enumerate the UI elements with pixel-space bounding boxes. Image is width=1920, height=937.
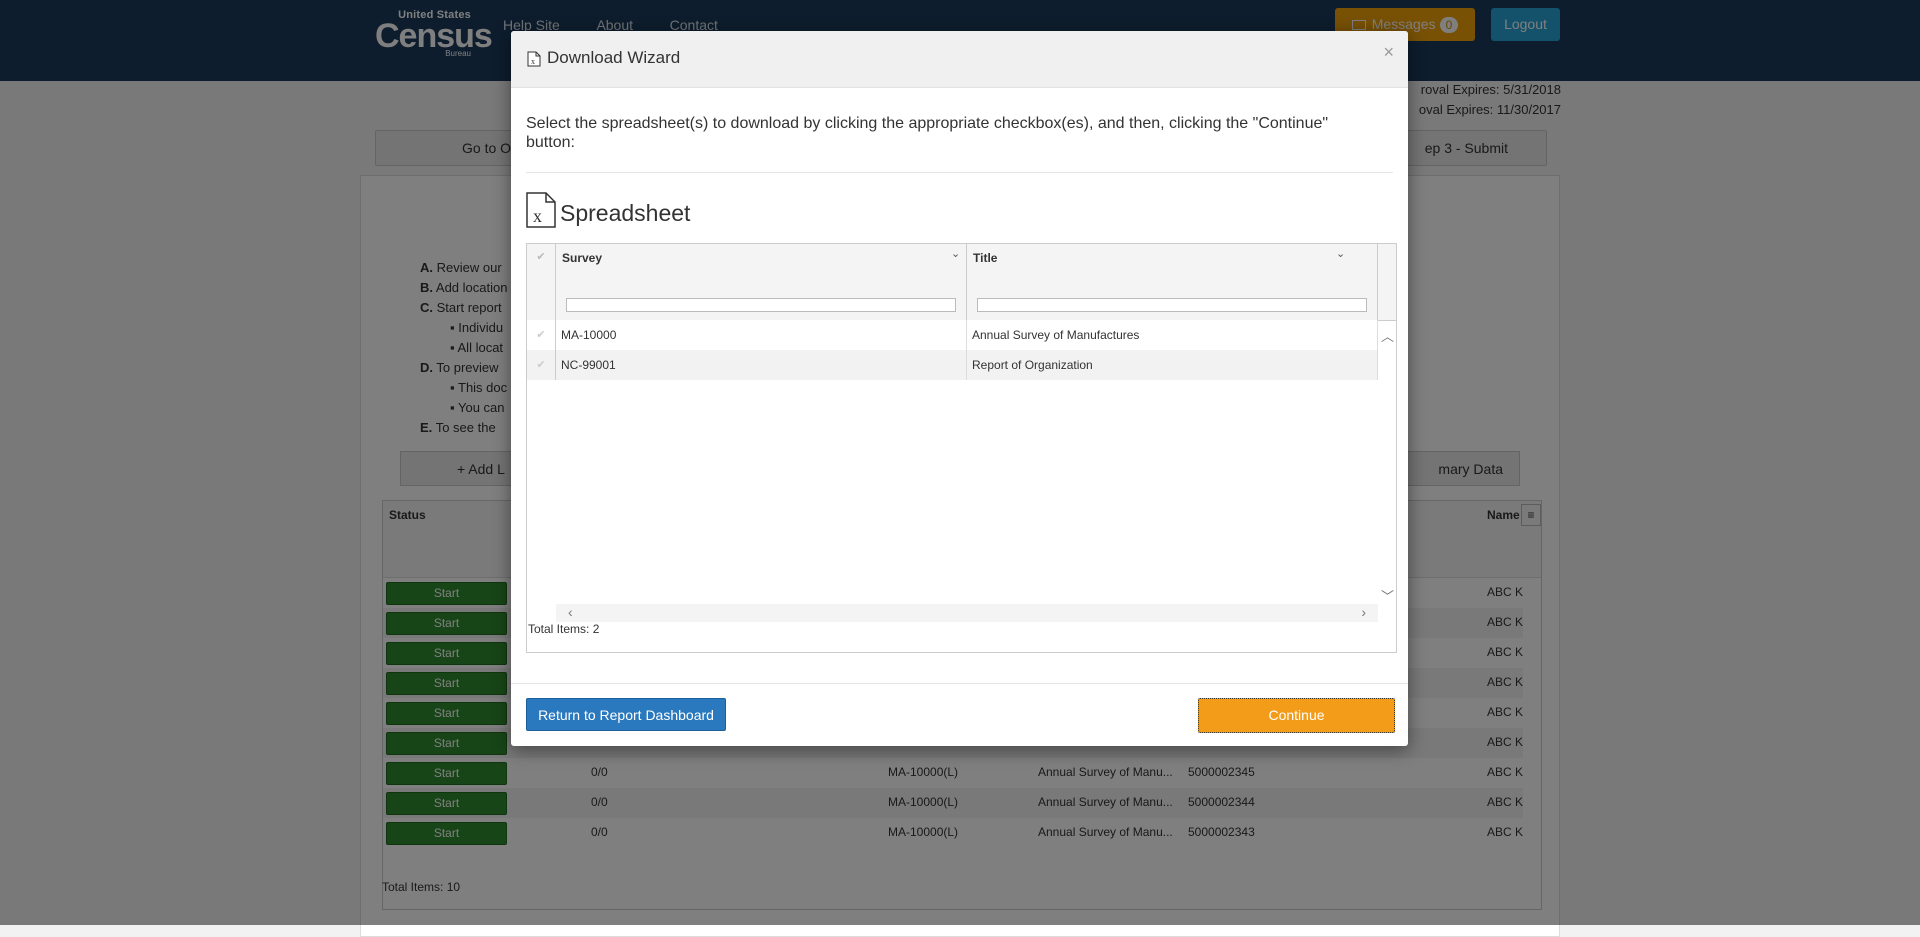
dialog-instructions: Select the spreadsheet(s) to download by… [526, 115, 1329, 151]
chevron-down-icon[interactable]: ⌄ [1336, 247, 1345, 260]
vertical-scrollbar[interactable]: ︿ ﹀ [1378, 320, 1396, 620]
download-wizard-dialog: x Download Wizard × Select the spreadshe… [511, 31, 1408, 746]
table-row[interactable]: ✔ MA-10000 Annual Survey of Manufactures [527, 320, 1378, 350]
cell-title: Annual Survey of Manufactures [967, 320, 1378, 350]
header-filler [1378, 244, 1396, 321]
row-checkbox[interactable]: ✔ [527, 320, 556, 350]
chevron-up-icon[interactable]: ︿ [1381, 326, 1394, 345]
return-to-dashboard-button[interactable]: Return to Report Dashboard [526, 698, 726, 731]
col-title[interactable]: Title ⌄ [967, 244, 1378, 320]
cell-survey: MA-10000 [556, 320, 967, 350]
grid-total-items: Total Items: 2 [528, 622, 600, 636]
chevron-right-icon[interactable]: › [1361, 604, 1366, 620]
title-filter-input[interactable] [977, 298, 1367, 312]
divider [526, 172, 1393, 173]
close-icon[interactable]: × [1383, 42, 1394, 63]
spreadsheet-grid: ✔ Survey ⌄ Title ⌄ ✔ MA-10000 Annual Sur… [526, 243, 1397, 653]
section-title: Spreadsheet [560, 200, 691, 226]
svg-text:x: x [531, 57, 535, 66]
spreadsheet-icon: x [526, 192, 556, 228]
row-checkbox[interactable]: ✔ [527, 350, 556, 380]
col-survey-label: Survey [562, 251, 603, 265]
dialog-header: x Download Wizard × [511, 31, 1408, 88]
cell-survey: NC-99001 [556, 350, 967, 380]
svg-text:x: x [533, 206, 542, 226]
select-all-checkbox[interactable]: ✔ [527, 244, 556, 320]
survey-filter-input[interactable] [566, 298, 956, 312]
footer-divider [511, 683, 1408, 684]
table-row[interactable]: ✔ NC-99001 Report of Organization [527, 350, 1378, 380]
horizontal-scrollbar[interactable]: ‹ › [556, 604, 1378, 622]
chevron-down-icon[interactable]: ﹀ [1381, 586, 1394, 605]
chevron-left-icon[interactable]: ‹ [568, 604, 573, 620]
continue-button[interactable]: Continue [1198, 698, 1395, 733]
cell-title: Report of Organization [967, 350, 1378, 380]
col-title-label: Title [973, 251, 998, 265]
spreadsheet-grid-header: ✔ Survey ⌄ Title ⌄ [527, 244, 1378, 321]
dialog-title: Download Wizard [547, 48, 681, 67]
excel-file-icon: x [527, 51, 541, 67]
chevron-down-icon[interactable]: ⌄ [951, 247, 960, 260]
col-survey[interactable]: Survey ⌄ [556, 244, 967, 320]
